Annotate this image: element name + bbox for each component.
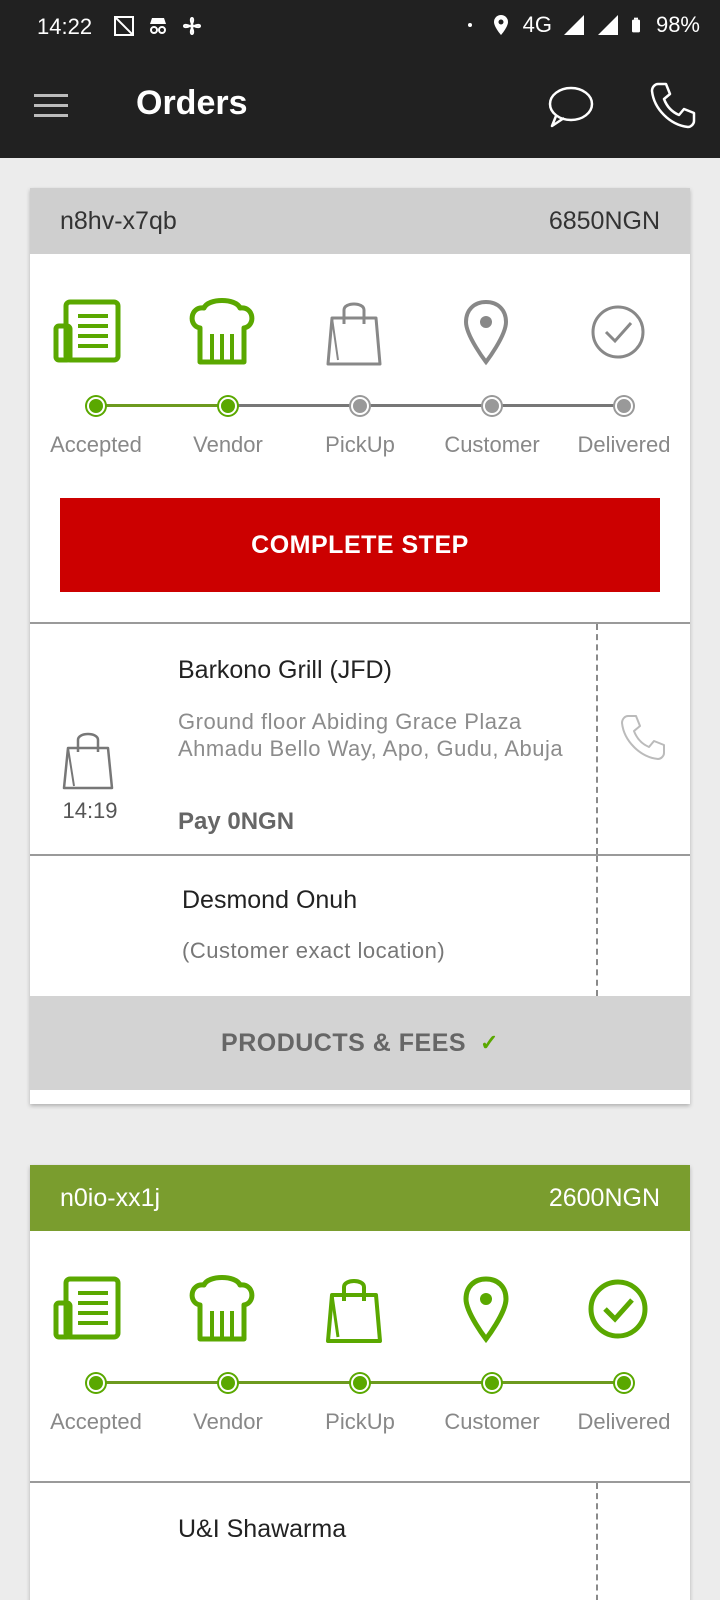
step-dot-vendor xyxy=(219,1374,237,1392)
order-id: n0io-xx1j xyxy=(60,1183,161,1212)
step-dot-delivered xyxy=(615,397,633,415)
products-fees-button[interactable]: PRODUCTS & FEES ✓ xyxy=(30,996,690,1090)
vendor-name: Barkono Grill (JFD) xyxy=(178,656,392,684)
screenshot-icon xyxy=(114,16,134,36)
step-dot-customer xyxy=(483,397,501,415)
dashed-divider xyxy=(596,856,598,996)
shopping-bag-icon xyxy=(326,302,382,366)
signal-icon xyxy=(563,15,584,35)
phone-icon[interactable] xyxy=(648,80,698,130)
progress-track-done xyxy=(96,404,228,407)
products-fees-label: PRODUCTS & FEES xyxy=(221,1028,467,1057)
step-dot-pickup xyxy=(351,397,369,415)
battery-icon xyxy=(631,17,640,33)
order-progress: Accepted Vendor PickUp Customer Delivere… xyxy=(30,1231,690,1461)
order-id: n8hv-x7qb xyxy=(60,206,177,235)
customer-name: Desmond Onuh xyxy=(182,886,358,914)
step-label-accepted: Accepted xyxy=(50,432,142,457)
vendor-address: Ground floor Abiding Grace Plaza Ahmadu … xyxy=(178,709,564,761)
page-title: Orders xyxy=(136,84,248,122)
call-vendor-icon[interactable] xyxy=(618,712,668,762)
step-dot-customer xyxy=(483,1374,501,1392)
location-pin-icon xyxy=(463,299,509,366)
customer-section[interactable]: Desmond Onuh (Customer exact location) xyxy=(30,854,690,996)
vendor-name: U&I Shawarma xyxy=(178,1515,347,1543)
incognito-icon xyxy=(150,18,166,34)
pay-amount: Pay 0NGN xyxy=(178,808,295,835)
app-bar: Orders xyxy=(0,54,720,158)
status-right: 4G 98% xyxy=(467,12,700,38)
step-label-delivered: Delivered xyxy=(577,432,671,457)
shopping-bag-icon xyxy=(326,1279,382,1343)
step-label-vendor: Vendor xyxy=(193,432,263,457)
step-dot-delivered xyxy=(615,1374,633,1392)
order-progress: Accepted Vendor PickUp Customer Delivere… xyxy=(30,254,690,484)
location-icon xyxy=(493,15,508,35)
step-label-delivered: Delivered xyxy=(577,1409,671,1434)
chat-icon[interactable] xyxy=(546,82,596,130)
check-circle-icon xyxy=(588,1279,648,1339)
action-area: COMPLETE STEP xyxy=(30,484,690,622)
menu-icon[interactable] xyxy=(30,86,74,126)
progress-track-pending xyxy=(228,404,624,407)
vendor-section[interactable]: U&I Shawarma xyxy=(30,1481,690,1600)
chef-hat-icon xyxy=(189,1275,255,1342)
dashed-divider xyxy=(596,624,598,854)
order-header[interactable]: n0io-xx1j 2600NGN xyxy=(30,1165,690,1231)
status-time: 14:22 xyxy=(37,14,93,39)
step-label-pickup: PickUp xyxy=(325,1409,395,1434)
order-amount: 2600NGN xyxy=(548,1183,660,1212)
step-label-customer: Customer xyxy=(444,432,540,457)
step-dot-accepted xyxy=(87,1374,105,1392)
check-icon: ✓ xyxy=(480,1030,499,1055)
complete-step-button[interactable]: COMPLETE STEP xyxy=(60,498,660,592)
vendor-section[interactable]: Barkono Grill (JFD) Ground floor Abiding… xyxy=(30,622,690,854)
customer-location: (Customer exact location) xyxy=(182,938,446,963)
check-circle-icon xyxy=(591,305,645,359)
signal-icon-2 xyxy=(597,15,618,35)
order-list-icon xyxy=(53,1276,121,1340)
step-dot-accepted xyxy=(87,397,105,415)
step-label-customer: Customer xyxy=(444,1409,540,1434)
step-label-accepted: Accepted xyxy=(50,1409,142,1434)
status-bar: 14:22 4G 98% xyxy=(0,0,720,54)
dashed-divider xyxy=(596,1483,598,1600)
step-label-pickup: PickUp xyxy=(325,432,395,457)
fan-icon xyxy=(183,17,201,35)
pickup-time: 14:19 xyxy=(62,798,118,823)
order-card[interactable]: n0io-xx1j 2600NGN Accepted Vendor PickUp… xyxy=(30,1165,690,1600)
battery-level: 98% xyxy=(655,12,700,37)
order-header[interactable]: n8hv-x7qb 6850NGN xyxy=(30,188,690,254)
chef-hat-icon xyxy=(189,298,255,365)
pickup-bag-icon xyxy=(62,732,114,790)
dot-icon xyxy=(467,23,472,27)
step-label-vendor: Vendor xyxy=(193,1409,263,1434)
order-list-icon xyxy=(53,299,121,363)
order-card[interactable]: n8hv-x7qb 6850NGN Accepted Vendor PickUp… xyxy=(30,188,690,1104)
order-amount: 6850NGN xyxy=(548,206,660,235)
status-left-icons xyxy=(112,14,204,38)
location-pin-icon xyxy=(463,1276,509,1343)
step-dot-vendor xyxy=(219,397,237,415)
network-type: 4G xyxy=(522,12,552,37)
step-dot-pickup xyxy=(351,1374,369,1392)
